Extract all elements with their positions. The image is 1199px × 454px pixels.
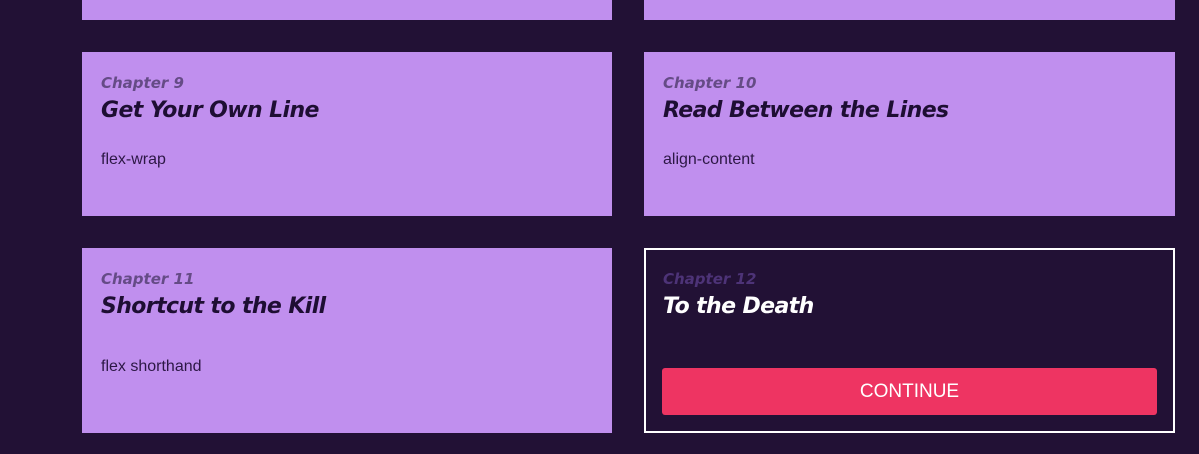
chapter-card-7[interactable] <box>82 0 612 20</box>
chapter-title: To the Death <box>663 294 814 319</box>
chapter-topic: flex shorthand <box>101 358 202 375</box>
chapter-card-9[interactable]: Chapter 9 Get Your Own Line flex-wrap <box>82 52 612 216</box>
chapter-title: Shortcut to the Kill <box>101 294 326 319</box>
chapter-topic: flex-wrap <box>101 151 166 168</box>
chapter-card-12-current: Chapter 12 To the Death CONTINUE <box>644 248 1175 433</box>
chapter-title: Read Between the Lines <box>663 98 949 123</box>
chapter-number: Chapter 10 <box>663 74 757 92</box>
chapter-number: Chapter 12 <box>663 270 757 288</box>
chapter-number: Chapter 9 <box>101 74 184 92</box>
chapter-card-8[interactable] <box>644 0 1175 20</box>
chapter-title: Get Your Own Line <box>101 98 319 123</box>
chapter-number: Chapter 11 <box>101 270 195 288</box>
continue-button[interactable]: CONTINUE <box>662 368 1157 415</box>
chapter-card-10[interactable]: Chapter 10 Read Between the Lines align-… <box>644 52 1175 216</box>
chapter-card-11[interactable]: Chapter 11 Shortcut to the Kill flex sho… <box>82 248 612 433</box>
chapter-topic: align-content <box>663 151 755 168</box>
